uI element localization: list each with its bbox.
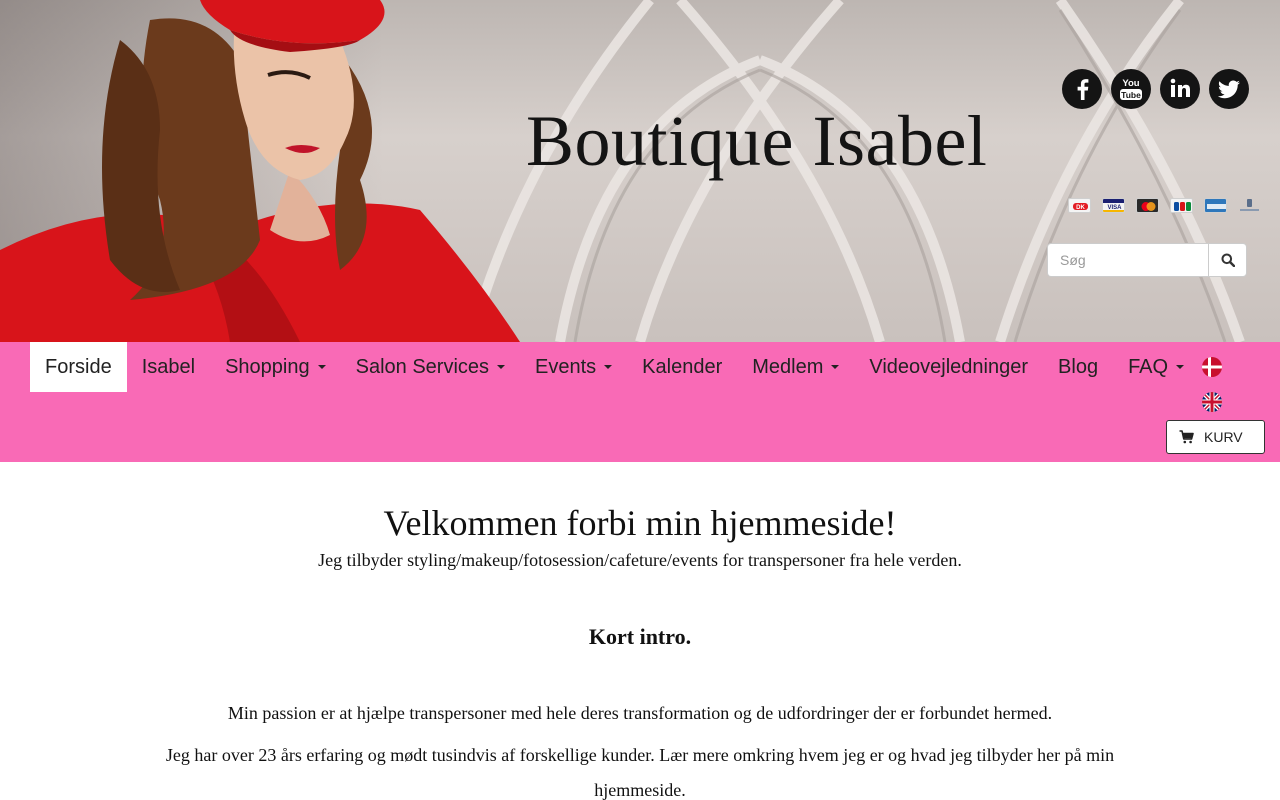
nav-label: FAQ	[1128, 355, 1169, 378]
nav-item-salon-services[interactable]: Salon Services	[341, 342, 520, 392]
nav-label: Videovejledninger	[869, 355, 1029, 378]
cart-label: KURV	[1204, 429, 1243, 445]
nav-item-blog[interactable]: Blog	[1043, 342, 1113, 392]
nav-item-events[interactable]: Events	[520, 342, 627, 392]
nav-item-faq[interactable]: FAQ	[1113, 342, 1199, 392]
main-navbar: Forside Isabel Shopping Salon Services E…	[0, 342, 1280, 462]
header-banner: Boutique Isabel You Tube DK VISA Søg	[0, 0, 1280, 342]
mastercard-icon	[1136, 198, 1159, 213]
uk-flag-icon[interactable]	[1202, 392, 1222, 412]
shopping-cart-icon	[1179, 430, 1194, 444]
nav-label: Salon Services	[355, 355, 490, 378]
nav-menu: Forside Isabel Shopping Salon Services E…	[30, 342, 1199, 392]
twitter-icon[interactable]	[1209, 69, 1249, 109]
svg-text:DK: DK	[1076, 205, 1085, 211]
dankort-icon: DK	[1068, 198, 1091, 213]
search-form	[1047, 243, 1247, 277]
isabel-portrait-image	[0, 0, 520, 342]
jcb-icon	[1170, 198, 1193, 213]
nav-label: Forside	[45, 355, 112, 378]
svg-text:Tube: Tube	[1121, 90, 1141, 100]
mobilepay-icon	[1238, 198, 1261, 213]
welcome-heading: Velkommen forbi min hjemmeside!	[383, 503, 897, 543]
danish-flag-icon[interactable]	[1202, 357, 1222, 377]
nav-item-forside[interactable]: Forside	[30, 342, 127, 392]
nav-item-isabel[interactable]: Isabel	[127, 342, 210, 392]
caret-down-icon	[317, 365, 326, 369]
search-button[interactable]	[1208, 243, 1247, 277]
visa-icon: VISA	[1102, 198, 1125, 213]
nav-label: Kalender	[642, 355, 723, 378]
nav-label: Events	[535, 355, 597, 378]
nav-item-shopping[interactable]: Shopping	[210, 342, 341, 392]
intro-paragraph-1: Min passion er at hjælpe transpersoner m…	[227, 703, 1053, 723]
nav-item-medlem[interactable]: Medlem	[737, 342, 854, 392]
linkedin-icon[interactable]	[1160, 69, 1200, 109]
nav-label: Isabel	[141, 355, 196, 378]
facebook-icon[interactable]	[1062, 69, 1102, 109]
intro-paragraph-2: Jeg har over 23 års erfaring og mødt tus…	[165, 745, 1115, 800]
youtube-icon[interactable]: You Tube	[1111, 69, 1151, 109]
cart-button[interactable]: KURV	[1166, 420, 1265, 454]
nav-label: Medlem	[752, 355, 824, 378]
tagline-text: Jeg tilbyder styling/makeup/fotosession/…	[318, 550, 962, 570]
social-links: You Tube	[1062, 69, 1249, 109]
caret-down-icon	[604, 365, 613, 369]
american-express-icon	[1204, 198, 1227, 213]
nav-label: Blog	[1058, 355, 1099, 378]
search-icon	[1221, 253, 1235, 267]
nav-label: Shopping	[225, 355, 310, 378]
payment-methods: DK VISA	[1068, 198, 1261, 213]
caret-down-icon	[831, 365, 840, 369]
brand-title: Boutique Isabel	[526, 101, 988, 181]
svg-text:You: You	[1122, 78, 1139, 89]
caret-down-icon	[1176, 365, 1185, 369]
svg-text:VISA: VISA	[1107, 205, 1122, 211]
intro-heading: Kort intro.	[588, 624, 692, 649]
nav-item-videovejledninger[interactable]: Videovejledninger	[854, 342, 1043, 392]
caret-down-icon	[497, 365, 506, 369]
search-input[interactable]	[1047, 243, 1208, 277]
nav-item-kalender[interactable]: Kalender	[627, 342, 737, 392]
